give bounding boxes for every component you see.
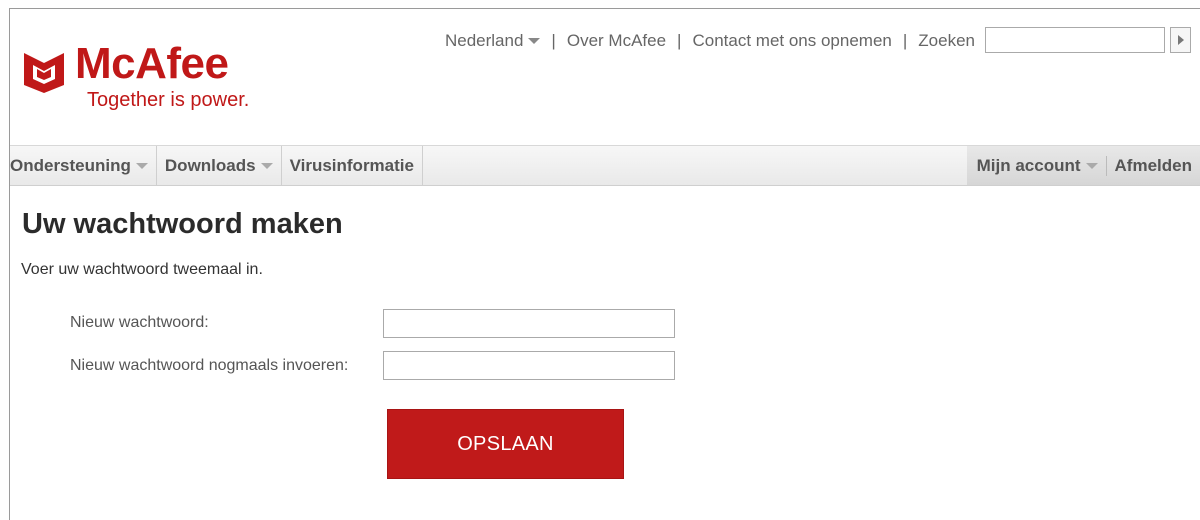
separator: |	[677, 31, 682, 50]
country-label: Nederland	[444, 31, 524, 50]
country-selector[interactable]: Nederland	[444, 31, 541, 51]
logout-link[interactable]: Afmelden	[1107, 146, 1200, 185]
logout-label: Afmelden	[1114, 155, 1192, 175]
utility-nav: Nederland | Over McAfee | Contact met on…	[445, 31, 975, 51]
brand-tagline: Together is power.	[87, 89, 250, 111]
confirm-password-label: Nieuw wachtwoord nogmaals invoeren:	[70, 357, 349, 374]
new-password-label: Nieuw wachtwoord:	[70, 314, 209, 331]
contact-link[interactable]: Contact met ons opnemen	[692, 31, 891, 51]
nav-item-label: Downloads	[164, 155, 256, 175]
chevron-down-icon	[1085, 162, 1098, 169]
nav-item-ondersteuning[interactable]: Ondersteuning	[10, 146, 157, 185]
search-input[interactable]	[985, 27, 1165, 53]
account-nav: Mijn account Afmelden	[966, 146, 1200, 185]
confirm-password-field[interactable]	[383, 351, 675, 380]
brand-name: McAfee	[75, 39, 229, 88]
form-instruction: Voer uw wachtwoord tweemaal in.	[21, 261, 263, 278]
search-button[interactable]	[1170, 27, 1191, 53]
about-link[interactable]: Over McAfee	[567, 31, 666, 51]
separator: |	[551, 31, 556, 50]
account-label: Mijn account	[976, 155, 1081, 175]
nav-item-label: Virusinformatie	[289, 155, 414, 175]
chevron-down-icon	[135, 162, 148, 169]
mcafee-shield-icon	[24, 53, 64, 93]
new-password-input[interactable]	[384, 310, 674, 337]
nav-item-virusinformatie[interactable]: Virusinformatie	[282, 146, 423, 185]
new-password-field[interactable]	[383, 309, 675, 338]
search-input-field[interactable]	[986, 28, 1164, 52]
play-arrow-icon	[1177, 35, 1184, 45]
confirm-password-input[interactable]	[384, 352, 674, 379]
main-navbar: Ondersteuning Downloads Virusinformatie …	[10, 145, 1200, 186]
chevron-down-icon	[260, 162, 273, 169]
search-label: Zoeken	[918, 31, 975, 50]
page-title: Uw wachtwoord maken	[22, 208, 343, 240]
separator: |	[902, 31, 908, 50]
nav-item-label: Ondersteuning	[10, 155, 131, 175]
mcafee-logo[interactable]: McAfee Together is power.	[21, 41, 261, 121]
nav-item-my-account[interactable]: Mijn account	[977, 146, 1106, 185]
nav-item-downloads[interactable]: Downloads	[157, 146, 282, 185]
save-button[interactable]: OPSLAAN	[387, 409, 624, 479]
chevron-down-icon	[528, 37, 541, 44]
